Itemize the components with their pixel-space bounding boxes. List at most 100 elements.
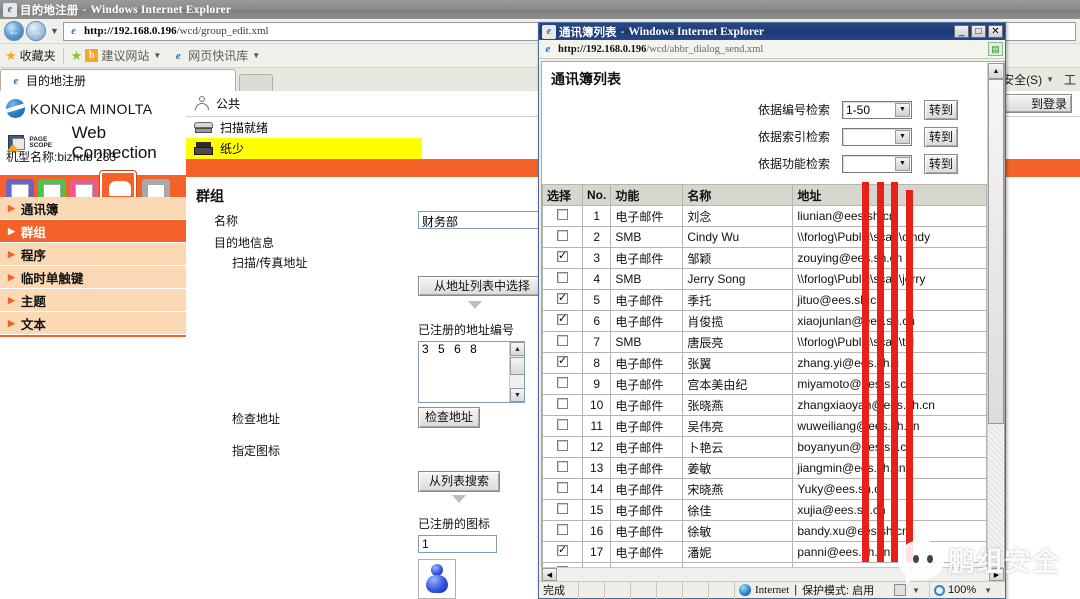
chevron-down-icon[interactable]: ▼: [895, 156, 910, 171]
table-row[interactable]: 11 电子邮件 吴伟亮 wuweiliang@ees.sh.cn: [542, 415, 987, 437]
row-checkbox[interactable]: [557, 335, 568, 346]
sidebar-item-program[interactable]: ▶ 程序: [0, 243, 186, 266]
zoom-control[interactable]: 100% ▼: [930, 582, 1005, 599]
row-select-cell[interactable]: [542, 520, 583, 542]
table-row[interactable]: 3电子邮件邹颖zouying@ees.sh.cn: [542, 247, 987, 269]
table-row[interactable]: 14 电子邮件 宋晓燕 Yuky@ees.sh.c: [542, 478, 987, 500]
row-select-cell[interactable]: [542, 478, 583, 500]
row-checkbox[interactable]: [557, 543, 568, 556]
table-row[interactable]: 9 电子邮件 宫本美由纪 miyamoto@ees.sh.cn: [542, 373, 987, 395]
sidebar-item-temp-onetouch[interactable]: ▶ 临时单触键: [0, 266, 186, 289]
dialog-horizontal-scrollbar[interactable]: ◀ ▶: [541, 567, 1005, 582]
search-by-index-select[interactable]: ▼: [842, 127, 912, 146]
favorite-web-slice-gallery[interactable]: e 网页快讯库 ▼: [171, 47, 260, 64]
menu-security[interactable]: 安全(S): [1002, 71, 1042, 88]
table-row[interactable]: 8电子邮件张翼zhang.yi@ees.sh.c: [542, 352, 987, 374]
row-select-cell[interactable]: [542, 541, 583, 563]
table-row[interactable]: 13 电子邮件 姜敏 jiangmin@ees.sh.cn: [542, 457, 987, 479]
registered-numbers-listbox[interactable]: 3 5 6 8 ▲ ▼: [418, 341, 525, 403]
row-checkbox[interactable]: [557, 354, 568, 367]
list-item[interactable]: 6: [451, 342, 464, 356]
scrollbar-track[interactable]: [988, 424, 1004, 567]
row-checkbox[interactable]: [557, 377, 568, 388]
row-checkbox[interactable]: [557, 312, 568, 325]
table-row[interactable]: 15 电子邮件 徐佳 xujia@ees.sh.cn: [542, 499, 987, 521]
row-select-cell[interactable]: [542, 415, 583, 437]
close-button[interactable]: ✕: [988, 25, 1003, 38]
table-row[interactable]: 1 电子邮件 刘念 liunian@ees.sh.cn: [542, 205, 987, 227]
sidebar-item-text[interactable]: ▶ 文本: [0, 312, 186, 335]
search-from-list-button[interactable]: 从列表搜索: [418, 471, 500, 492]
row-checkbox[interactable]: [557, 419, 568, 430]
select-from-address-list-button[interactable]: 从地址列表中选择: [418, 276, 546, 296]
row-select-cell[interactable]: [542, 331, 583, 353]
list-item[interactable]: 5: [435, 342, 448, 356]
row-checkbox[interactable]: [557, 461, 568, 472]
row-checkbox[interactable]: [557, 398, 568, 409]
history-dropdown-icon[interactable]: ▼: [48, 26, 61, 36]
row-select-cell[interactable]: [542, 289, 583, 311]
sidebar-item-subject[interactable]: ▶ 主题: [0, 289, 186, 312]
sidebar-item-group[interactable]: ▶ 群组: [0, 220, 186, 243]
minimize-button[interactable]: _: [954, 25, 969, 38]
check-address-button[interactable]: 检查地址: [418, 407, 480, 428]
row-select-cell[interactable]: [542, 205, 583, 227]
rss-feed-icon[interactable]: ▤: [988, 42, 1003, 56]
scroll-down-button[interactable]: ▼: [510, 388, 524, 402]
scrollbar-thumb[interactable]: [510, 357, 524, 375]
table-row[interactable]: 2SMBCindy Wu\\forlog\Public\scan\cindy: [542, 226, 987, 248]
goto-button-index[interactable]: 转到: [924, 126, 958, 147]
favorite-suggested-sites[interactable]: b 建议网站 ▼: [85, 47, 161, 64]
row-checkbox[interactable]: [557, 272, 568, 283]
menu-tools[interactable]: 工: [1064, 71, 1076, 88]
table-row[interactable]: 4SMBJerry Song\\forlog\Public\scan\jerry: [542, 268, 987, 290]
table-row[interactable]: 16 电子邮件 徐敏 bandy.xu@ees.sh.cn: [542, 520, 987, 542]
forward-button[interactable]: →: [26, 21, 46, 41]
search-by-function-select[interactable]: ▼: [842, 154, 912, 173]
scroll-up-button[interactable]: ▲: [510, 342, 524, 356]
dialog-vertical-scrollbar[interactable]: ▲: [987, 63, 1004, 582]
table-row[interactable]: 5电子邮件季托jituo@ees.sh.cn: [542, 289, 987, 311]
scroll-right-button[interactable]: ▶: [989, 568, 1004, 581]
row-checkbox[interactable]: [557, 249, 568, 262]
table-row[interactable]: 10电子邮件张晓燕zhangxiaoyan@ees.sh.cn: [542, 394, 987, 416]
row-select-cell[interactable]: [542, 436, 583, 458]
row-checkbox[interactable]: [557, 230, 568, 241]
row-select-cell[interactable]: [542, 499, 583, 521]
row-select-cell[interactable]: [542, 268, 583, 290]
maximize-button[interactable]: □: [971, 25, 986, 38]
table-row[interactable]: 6电子邮件肖俊揽xiaojunlan@ees.sh.cn: [542, 310, 987, 332]
row-select-cell[interactable]: [542, 373, 583, 395]
row-select-cell[interactable]: [542, 352, 583, 374]
group-name-input[interactable]: 财务部: [418, 211, 546, 229]
scroll-left-button[interactable]: ◀: [542, 568, 557, 581]
goto-button-number[interactable]: 转到: [924, 99, 958, 120]
row-checkbox[interactable]: [557, 503, 568, 514]
listbox-scrollbar[interactable]: ▲ ▼: [509, 342, 524, 402]
scrollbar-thumb[interactable]: [988, 79, 1004, 424]
icon-preview-box[interactable]: [418, 559, 456, 599]
list-item[interactable]: 3: [419, 342, 432, 356]
row-select-cell[interactable]: [542, 394, 583, 416]
table-row[interactable]: 17电子邮件潘妮panni@ees.sh.cn: [542, 541, 987, 563]
list-item[interactable]: 8: [467, 342, 480, 356]
row-checkbox[interactable]: [557, 291, 568, 304]
table-row[interactable]: 7 SMB 唐辰亮 \\forlog\Public\scan\tcl: [542, 331, 987, 353]
row-select-cell[interactable]: [542, 226, 583, 248]
protected-mode-indicator[interactable]: ▼: [890, 581, 930, 599]
scroll-up-button[interactable]: ▲: [988, 63, 1004, 79]
row-select-cell[interactable]: [542, 310, 583, 332]
table-row[interactable]: 12 电子邮件 卜艳云 boyanyun@ees.sh.cn: [542, 436, 987, 458]
favorites-label[interactable]: 收藏夹: [20, 47, 56, 64]
registered-icon-input[interactable]: 1: [418, 535, 497, 553]
row-checkbox[interactable]: [557, 482, 568, 493]
row-select-cell[interactable]: [542, 457, 583, 479]
sidebar-item-address-book[interactable]: ▶ 通讯簿: [0, 197, 186, 220]
new-tab-button[interactable]: [239, 74, 273, 91]
chevron-down-icon[interactable]: ▼: [895, 102, 910, 117]
tab-destination-registration[interactable]: e 目的地注册: [0, 69, 236, 91]
row-checkbox[interactable]: [557, 209, 568, 220]
row-checkbox[interactable]: [557, 524, 568, 535]
back-button[interactable]: ←: [4, 21, 24, 41]
row-select-cell[interactable]: [542, 247, 583, 269]
